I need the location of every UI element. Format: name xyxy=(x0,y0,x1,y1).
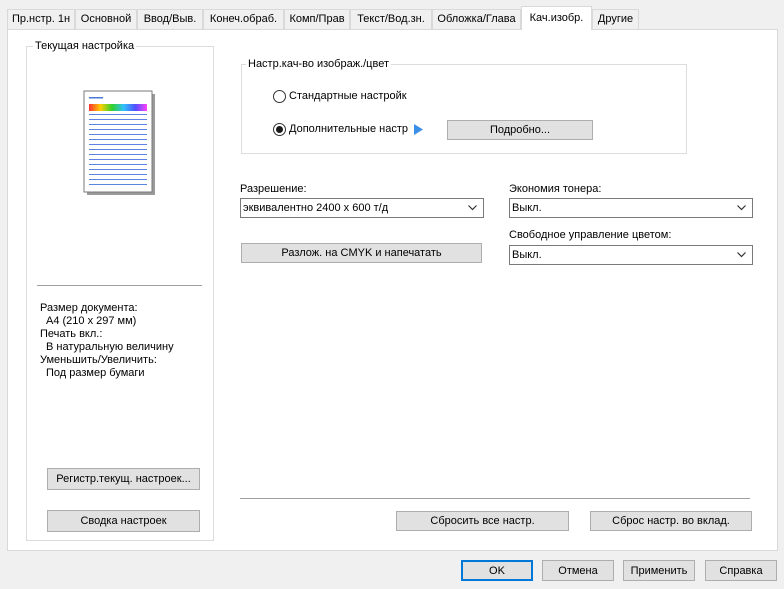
document-size-label: Размер документа: xyxy=(40,302,138,314)
print-on-value: В натуральную величину xyxy=(46,341,174,353)
chevron-down-icon xyxy=(737,205,746,211)
toner-saving-label: Экономия тонера: xyxy=(509,183,602,195)
ok-button[interactable]: OK xyxy=(461,560,533,581)
color-management-value: Выкл. xyxy=(512,249,542,261)
tab-input-output[interactable]: Ввод/Выв. xyxy=(137,9,203,29)
color-management-label: Свободное управление цветом: xyxy=(509,229,672,241)
current-settings-group: Текущая настройка Размер документа: A4 (… xyxy=(26,40,214,541)
resolution-value: эквивалентно 2400 x 600 т/д xyxy=(243,202,389,214)
tab-finishing[interactable]: Конеч.обраб. xyxy=(203,9,284,29)
document-size-value: A4 (210 x 297 мм) xyxy=(46,315,137,327)
preview-separator xyxy=(37,285,202,286)
tab-basic[interactable]: Основной xyxy=(75,9,137,29)
radio-standard-settings[interactable] xyxy=(273,90,286,103)
toner-saving-select[interactable]: Выкл. xyxy=(509,198,753,218)
zoom-label: Уменьшить/Увеличить: xyxy=(40,354,157,366)
current-settings-title: Текущая настройка xyxy=(33,40,137,52)
toner-saving-value: Выкл. xyxy=(512,202,542,214)
settings-summary-button[interactable]: Сводка настроек xyxy=(47,510,200,532)
tab-other[interactable]: Другие xyxy=(592,9,639,29)
color-management-select[interactable]: Выкл. xyxy=(509,245,753,265)
details-button[interactable]: Подробно... xyxy=(447,120,593,140)
resolution-select[interactable]: эквивалентно 2400 x 600 т/д xyxy=(240,198,484,218)
tab-panel: Текущая настройка Размер документа: A4 (… xyxy=(7,29,778,551)
cmyk-print-button[interactable]: Разлож. на CMYK и напечатать xyxy=(241,243,482,263)
tab-strip: Пр.нстр. 1н Основной Ввод/Выв. Конеч.обр… xyxy=(7,6,780,30)
resolution-label: Разрешение: xyxy=(240,183,307,195)
tab-printer-settings[interactable]: Пр.нстр. 1н xyxy=(7,9,75,29)
tab-image-quality[interactable]: Кач.изобр. xyxy=(521,6,592,30)
help-button[interactable]: Справка xyxy=(705,560,777,581)
radio-advanced-label[interactable]: Дополнительные настр xyxy=(289,123,408,135)
cancel-button[interactable]: Отмена xyxy=(542,560,614,581)
chevron-down-icon xyxy=(737,252,746,258)
image-quality-title: Настр.кач-во изображ./цвет xyxy=(246,58,391,70)
reset-tab-button[interactable]: Сброс настр. во вклад. xyxy=(590,511,752,531)
apply-button[interactable]: Применить xyxy=(623,560,695,581)
zoom-value: Под размер бумаги xyxy=(46,367,145,379)
register-settings-button[interactable]: Регистр.текущ. настроек... xyxy=(47,468,200,490)
radio-standard-label[interactable]: Стандартные настройк xyxy=(289,90,407,102)
tab-text-watermark[interactable]: Текст/Вод.зн. xyxy=(350,9,432,29)
bottom-separator xyxy=(240,498,750,499)
tab-layout[interactable]: Комп/Прав xyxy=(284,9,350,29)
radio-advanced-settings[interactable] xyxy=(273,123,286,136)
page-preview-icon xyxy=(83,90,155,195)
chevron-down-icon xyxy=(468,205,477,211)
tab-cover-chapter[interactable]: Обложка/Глава xyxy=(432,9,521,29)
reset-all-button[interactable]: Сбросить все настр. xyxy=(396,511,569,531)
play-arrow-icon xyxy=(414,124,423,135)
image-quality-group: Настр.кач-во изображ./цвет Стандартные н… xyxy=(241,58,687,154)
print-on-label: Печать вкл.: xyxy=(40,328,103,340)
